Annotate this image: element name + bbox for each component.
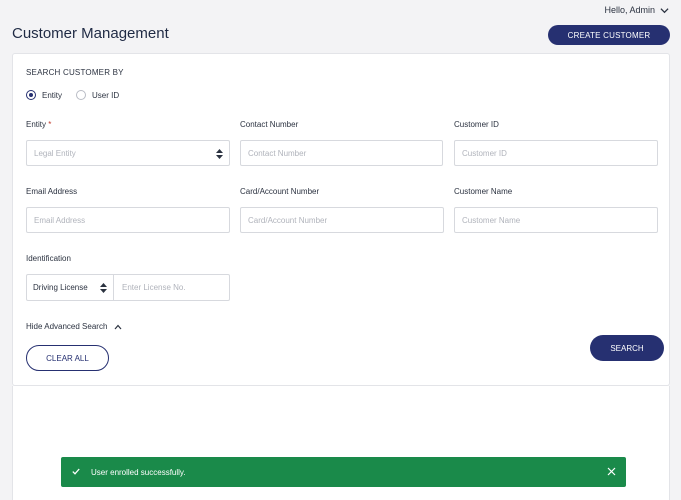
radio-entity[interactable]: Entity bbox=[26, 90, 62, 100]
chevron-up-icon bbox=[114, 324, 122, 329]
top-bar: Hello, Admin bbox=[0, 0, 681, 22]
contact-number-label: Contact Number bbox=[240, 120, 299, 129]
email-label: Email Address bbox=[26, 187, 78, 196]
sort-arrows-icon bbox=[216, 149, 223, 159]
clear-all-button[interactable]: CLEAR ALL bbox=[26, 345, 109, 371]
radio-button[interactable] bbox=[26, 90, 36, 100]
customer-name-label: Customer Name bbox=[454, 187, 513, 196]
create-customer-button[interactable]: CREATE CUSTOMER bbox=[548, 25, 670, 45]
entity-select[interactable]: Legal Entity bbox=[26, 140, 230, 166]
user-menu[interactable]: Hello, Admin bbox=[604, 5, 669, 15]
entity-select-value: Legal Entity bbox=[34, 148, 76, 158]
license-number-input[interactable] bbox=[115, 275, 229, 300]
search-button[interactable]: SEARCH bbox=[590, 335, 664, 361]
advanced-toggle-label: Hide Advanced Search bbox=[26, 322, 108, 331]
page-title: Customer Management bbox=[12, 25, 169, 42]
check-icon bbox=[72, 468, 80, 475]
toast-message: User enrolled successfully. bbox=[91, 468, 186, 477]
email-input[interactable] bbox=[26, 207, 230, 233]
identification-label: Identification bbox=[26, 254, 71, 263]
identification-type-value: Driving License bbox=[33, 283, 88, 292]
customer-id-label: Customer ID bbox=[454, 120, 499, 129]
customer-id-input[interactable] bbox=[454, 140, 658, 166]
contact-number-input[interactable] bbox=[240, 140, 443, 166]
customer-name-input[interactable] bbox=[454, 207, 658, 233]
card-account-label: Card/Account Number bbox=[240, 187, 320, 196]
user-greeting: Hello, Admin bbox=[604, 5, 655, 15]
identification-group: Driving License bbox=[26, 274, 230, 301]
radio-label: User ID bbox=[92, 90, 120, 100]
chevron-down-icon bbox=[660, 7, 669, 13]
search-by-radio-group: Entity User ID bbox=[26, 90, 119, 100]
required-mark: * bbox=[48, 120, 52, 129]
search-panel: SEARCH CUSTOMER BY Entity User ID Entity… bbox=[12, 53, 670, 386]
identification-type-select[interactable]: Driving License bbox=[27, 275, 114, 300]
card-account-input[interactable] bbox=[240, 207, 444, 233]
close-icon[interactable] bbox=[607, 467, 616, 476]
radio-user-id[interactable]: User ID bbox=[76, 90, 119, 100]
sort-arrows-icon bbox=[100, 283, 107, 293]
hide-advanced-search-toggle[interactable]: Hide Advanced Search bbox=[26, 322, 122, 331]
search-by-label: SEARCH CUSTOMER BY bbox=[26, 68, 124, 77]
radio-button[interactable] bbox=[76, 90, 87, 100]
entity-label: Entity * bbox=[26, 120, 52, 129]
success-toast: User enrolled successfully. bbox=[61, 457, 626, 487]
radio-label: Entity bbox=[42, 90, 63, 100]
